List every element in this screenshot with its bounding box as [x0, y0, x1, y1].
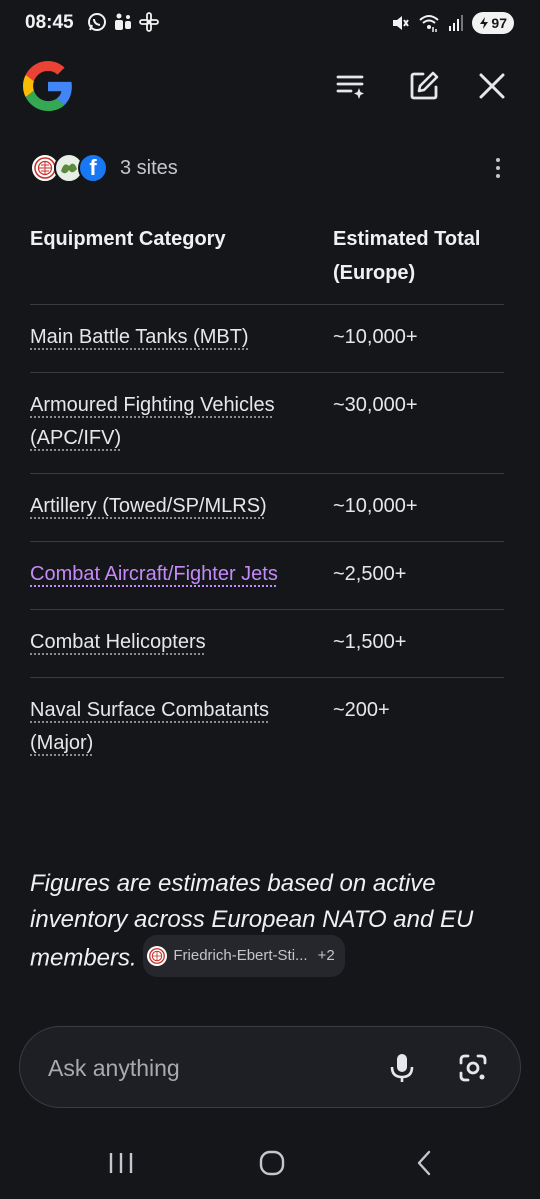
table-row: Main Battle Tanks (MBT) ~10,000+: [30, 305, 504, 373]
edit-button[interactable]: [404, 66, 444, 106]
source-chip[interactable]: Friedrich-Ebert-Sti... +2: [143, 935, 345, 977]
recent-apps-button[interactable]: [101, 1143, 141, 1183]
sources-label[interactable]: 3 sites: [120, 157, 178, 180]
total-cell: ~30,000+: [333, 394, 418, 416]
teams-icon: [115, 13, 131, 30]
back-icon: [417, 1150, 431, 1176]
close-button[interactable]: [472, 66, 512, 106]
status-time: 08:45: [25, 12, 74, 33]
total-cell: ~10,000+: [333, 495, 418, 517]
slack-icon: [139, 12, 159, 32]
table-header-row: Equipment Category Estimated Total (Euro…: [30, 222, 504, 305]
edit-icon: [410, 71, 439, 100]
category-link[interactable]: Combat Helicopters: [30, 631, 206, 653]
table-row: Naval Surface Combatants (Major) ~200+: [30, 678, 504, 778]
home-icon: [259, 1150, 285, 1176]
table-row: Artillery (Towed/SP/MLRS) ~10,000+: [30, 474, 504, 542]
source-chip-label: Friedrich-Ebert-Sti...: [173, 947, 308, 964]
column-header-category: Equipment Category: [30, 228, 226, 250]
table-row: Combat Aircraft/Fighter Jets ~2,500+: [30, 542, 504, 610]
table-row: Combat Helicopters ~1,500+: [30, 610, 504, 678]
ask-bar: [19, 1026, 521, 1108]
category-link[interactable]: Artillery (Towed/SP/MLRS): [30, 495, 267, 517]
close-icon: [479, 73, 505, 99]
total-cell: ~1,500+: [333, 631, 407, 653]
total-cell: ~10,000+: [333, 326, 418, 348]
footnote: Figures are estimates based on active in…: [30, 866, 510, 980]
sources-row[interactable]: f 3 sites: [30, 148, 510, 188]
google-logo[interactable]: [23, 61, 73, 111]
mute-icon: [393, 16, 410, 30]
facebook-favicon: f: [78, 153, 108, 183]
history-icon: [336, 75, 364, 99]
column-header-total: Estimated Total (Europe): [333, 228, 481, 284]
back-button[interactable]: [404, 1143, 444, 1183]
recent-apps-icon: [109, 1153, 133, 1173]
category-link[interactable]: Naval Surface Combatants (Major): [30, 699, 269, 754]
facebook-letter: f: [89, 155, 97, 180]
system-status-icons: 97: [390, 12, 514, 34]
equipment-table: Equipment Category Estimated Total (Euro…: [30, 222, 504, 778]
wifi-icon: [419, 15, 440, 32]
whatsapp-icon: [88, 13, 106, 31]
battery-level: 97: [491, 15, 507, 31]
category-link[interactable]: Armoured Fighting Vehicles (APC/IFV): [30, 394, 275, 449]
signal-icon: [449, 15, 464, 31]
total-cell: ~200+: [333, 699, 390, 721]
lens-button[interactable]: [453, 1048, 493, 1088]
system-nav-bar: [0, 1135, 540, 1190]
voice-search-button[interactable]: [382, 1048, 422, 1088]
table-row: Armoured Fighting Vehicles (APC/IFV) ~30…: [30, 373, 504, 474]
history-button[interactable]: [331, 66, 371, 106]
total-cell: ~2,500+: [333, 563, 407, 585]
category-link[interactable]: Main Battle Tanks (MBT): [30, 326, 249, 348]
battery-icon: 97: [472, 12, 514, 34]
microphone-icon: [390, 1054, 414, 1082]
fes-favicon: [147, 946, 168, 966]
google-lens-icon: [459, 1054, 487, 1082]
home-button[interactable]: [252, 1143, 292, 1183]
more-options-button[interactable]: [486, 152, 510, 184]
source-chip-more: +2: [317, 947, 335, 964]
ask-input[interactable]: [48, 1051, 368, 1085]
more-vert-icon: [496, 158, 500, 162]
search-header: [0, 58, 540, 118]
status-bar: 08:45 97: [0, 0, 540, 50]
category-link-visited[interactable]: Combat Aircraft/Fighter Jets: [30, 563, 278, 585]
notification-icons: [87, 12, 159, 32]
